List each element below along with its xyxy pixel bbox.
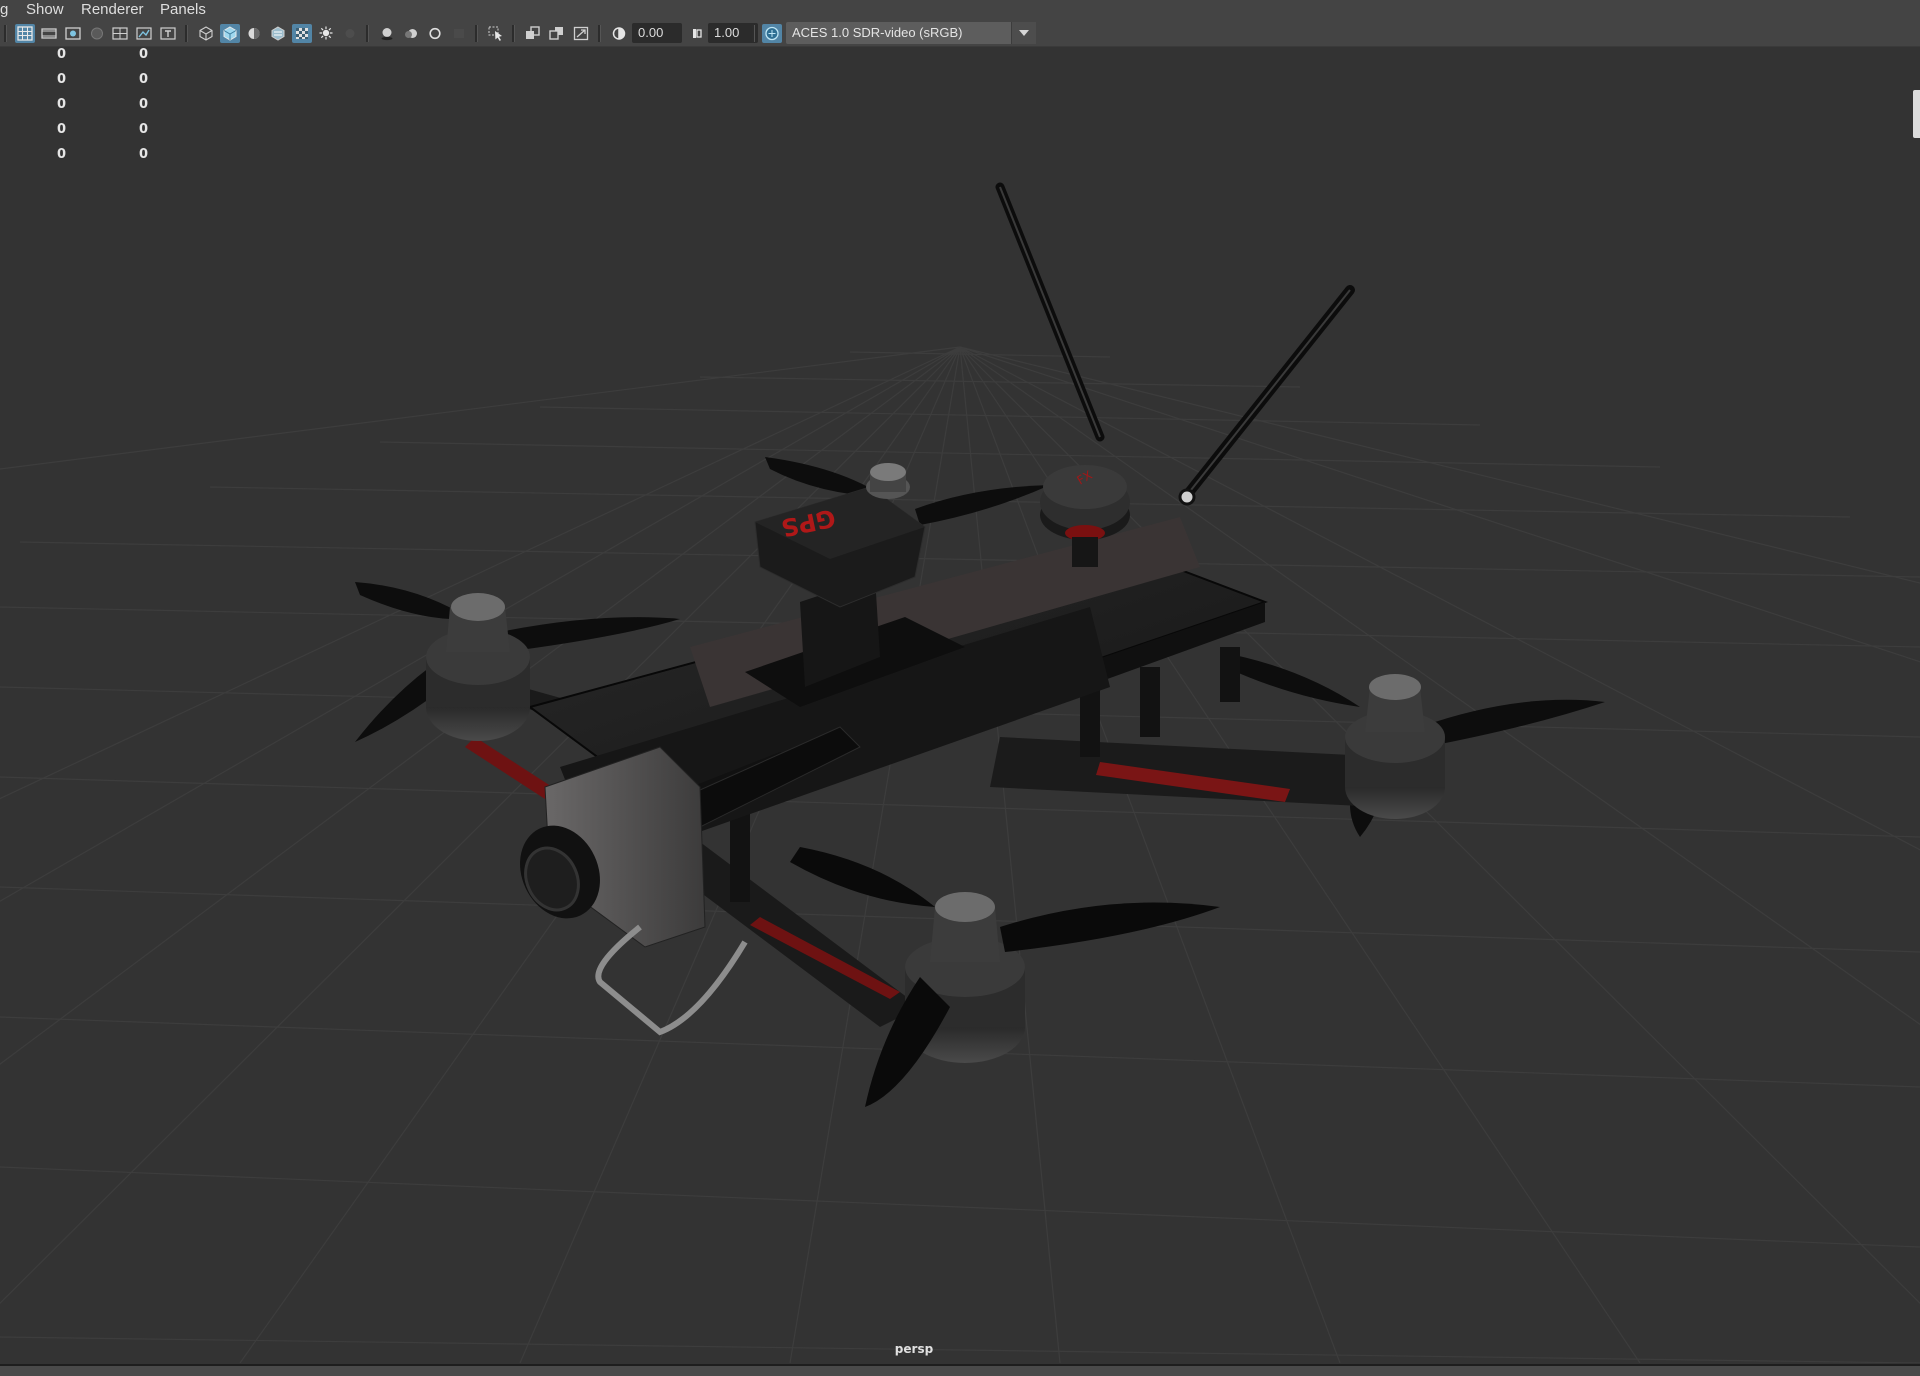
menu-renderer[interactable]: Renderer: [81, 1, 144, 19]
safe-title-icon[interactable]: [158, 24, 178, 43]
toolbar-separator: [475, 25, 478, 42]
safe-action-icon[interactable]: [134, 24, 154, 43]
toolbar-separator: [512, 25, 515, 42]
panel-bottom-border: [0, 1364, 1920, 1376]
toolbar-separator: [752, 25, 755, 42]
depth-of-field-icon[interactable]: [449, 24, 469, 43]
hud-value: 0: [57, 97, 67, 112]
hud-value: 0: [57, 72, 67, 87]
color-management-icon[interactable]: [762, 24, 782, 43]
xray-active-icon[interactable]: [547, 24, 567, 43]
motion-blur-icon[interactable]: [401, 24, 421, 43]
toolbar-separator: [366, 25, 369, 42]
resolution-gate-icon[interactable]: [63, 24, 83, 43]
hud-value: 0: [139, 147, 149, 162]
antenna-left: [995, 182, 1105, 442]
hud-value: 0: [139, 97, 149, 112]
exposure-icon[interactable]: [609, 24, 629, 43]
menu-lighting[interactable]: g: [0, 1, 8, 19]
grid-icon[interactable]: [15, 24, 35, 43]
toolbar-separator: [185, 25, 188, 42]
color-space-value: ACES 1.0 SDR-video (sRGB): [792, 25, 963, 40]
screen-space-ao-icon[interactable]: [377, 24, 397, 43]
panel-menubar: g Show Renderer Panels: [0, 0, 1920, 20]
hud-value: 0: [57, 122, 67, 137]
gate-mask-icon[interactable]: [87, 24, 107, 43]
view-cube-handle[interactable]: [1913, 90, 1920, 138]
antenna-right: [1178, 285, 1355, 506]
toolbar-separator: [598, 25, 601, 42]
anti-aliasing-icon[interactable]: [425, 24, 445, 43]
viewport-canvas: GPS FX: [0, 182, 1920, 1363]
textured-icon[interactable]: [292, 24, 312, 43]
chevron-down-icon[interactable]: [1011, 22, 1036, 44]
viewport-3d[interactable]: GPS FX 0 0 0 0 0 0 0 0 0 0: [0, 47, 1920, 1363]
toolbar-separator: [4, 25, 7, 42]
hud-value: 0: [57, 47, 67, 62]
xray-icon[interactable]: [268, 24, 288, 43]
xray-joints-icon[interactable]: [523, 24, 543, 43]
camera-name-label: persp: [894, 1342, 934, 1356]
backface-culling-icon[interactable]: [571, 24, 591, 43]
exposure-field[interactable]: 0.00: [632, 23, 682, 43]
field-chart-icon[interactable]: [110, 24, 130, 43]
shadows-icon[interactable]: [340, 24, 360, 43]
motor-rear-top: [866, 463, 910, 499]
wireframe-icon[interactable]: [196, 24, 216, 43]
motor-rear-right: [1345, 674, 1445, 819]
hud-value: 0: [57, 147, 67, 162]
gamma-field[interactable]: 1.00: [708, 23, 758, 43]
panel-toolbar: 0.00 1.00 ACES 1.0 SDR-video (sRGB): [0, 20, 1920, 47]
hud-value: 0: [139, 47, 149, 62]
gamma-icon[interactable]: [687, 24, 707, 43]
color-space-dropdown[interactable]: ACES 1.0 SDR-video (sRGB): [786, 22, 1036, 44]
lights-icon[interactable]: [316, 24, 336, 43]
hud-value: 0: [139, 72, 149, 87]
isolate-select-icon[interactable]: [486, 24, 506, 43]
hud-value: 0: [139, 122, 149, 137]
smooth-shade-icon[interactable]: [220, 24, 240, 43]
menu-panels[interactable]: Panels: [160, 1, 206, 19]
menu-show[interactable]: Show: [26, 1, 64, 19]
default-material-icon[interactable]: [244, 24, 264, 43]
film-gate-icon[interactable]: [39, 24, 59, 43]
